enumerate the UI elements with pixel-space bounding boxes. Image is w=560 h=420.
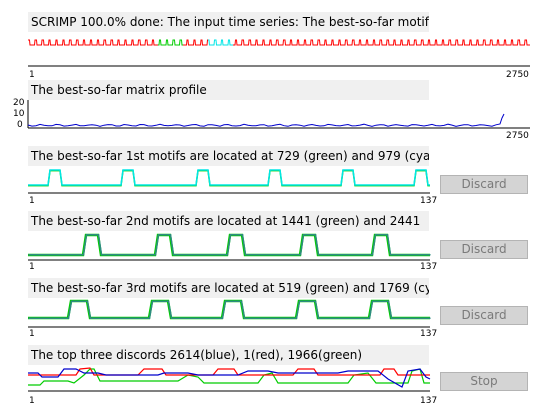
motif2-plot xyxy=(28,233,431,261)
p1-x-end: 2750 xyxy=(506,70,529,80)
series-segment-0 xyxy=(28,39,158,46)
p5-x-start: 1 xyxy=(29,329,35,339)
p4-x-start: 1 xyxy=(29,262,35,272)
panel4-title: The best-so-far 2nd motifs are located a… xyxy=(28,211,429,231)
matrix-profile-plot xyxy=(27,100,530,129)
p3-x-start: 1 xyxy=(29,196,35,206)
p6-x-end: 137 xyxy=(420,396,438,406)
p2-x-end: 2750 xyxy=(506,131,529,141)
discard-motif2-button[interactable]: Discard xyxy=(440,240,528,259)
p3-x-end: 137 xyxy=(420,196,438,206)
discard-motif1-button[interactable]: Discard xyxy=(440,175,528,194)
series-segment-2 xyxy=(183,39,208,46)
p6-x-start: 1 xyxy=(29,396,35,406)
p2-ytick-0: 0 xyxy=(17,120,23,130)
series-segment-1 xyxy=(158,39,183,46)
input-time-series-plot xyxy=(28,39,530,67)
panel6-title: The top three discords 2614(blue), 1(red… xyxy=(28,345,429,365)
stop-button[interactable]: Stop xyxy=(440,372,528,391)
panel5-title: The best-so-far 3rd motifs are located a… xyxy=(28,278,429,298)
series-segment-4 xyxy=(233,39,530,46)
discords-plot xyxy=(28,367,431,392)
discard-motif3-button[interactable]: Discard xyxy=(440,306,528,325)
p2-ytick-20: 20 xyxy=(13,98,25,108)
panel1-title: SCRIMP 100.0% done: The input time serie… xyxy=(28,12,429,32)
p5-x-end: 137 xyxy=(420,329,438,339)
panel3-title: The best-so-far 1st motifs are located a… xyxy=(28,146,429,166)
p4-x-end: 137 xyxy=(420,262,438,272)
p1-x-start: 1 xyxy=(29,70,35,80)
motif1-plot xyxy=(28,169,430,194)
series-segment-3 xyxy=(208,39,233,46)
panel2-title: The best-so-far matrix profile xyxy=(28,80,429,100)
p2-ytick-10: 10 xyxy=(13,109,25,119)
motif3-plot xyxy=(28,299,431,328)
